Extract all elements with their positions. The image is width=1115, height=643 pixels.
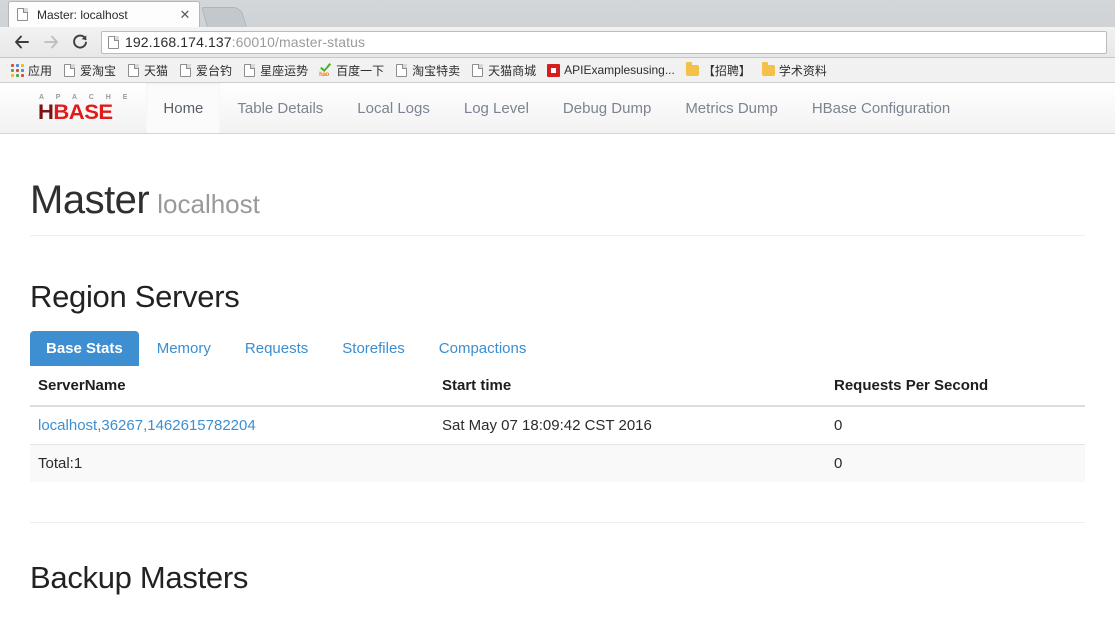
- bookmark-label: 星座运势: [260, 63, 309, 78]
- bookmark-label: 学术资料: [778, 63, 827, 78]
- tab-storefiles[interactable]: Storefiles: [326, 331, 421, 366]
- nav-item-log-level[interactable]: Log Level: [447, 83, 546, 133]
- tab-strip: Master: localhost ✕: [0, 0, 1115, 27]
- table-body: localhost,36267,1462615782204 Sat May 07…: [30, 405, 1085, 483]
- page-icon: [243, 63, 256, 77]
- browser-tab[interactable]: Master: localhost ✕: [8, 1, 200, 27]
- region-servers-tablist: Base Stats Memory Requests Storefiles Co…: [30, 331, 1085, 367]
- reload-icon[interactable]: [66, 29, 93, 56]
- folder-icon: [685, 61, 699, 77]
- bookmark-item[interactable]: APIExamplesusing...: [543, 61, 681, 79]
- bookmark-label: 百度一下: [336, 63, 385, 78]
- hbase-nav-items: Home Table Details Local Logs Log Level …: [146, 83, 967, 133]
- back-arrow-icon[interactable]: [8, 29, 35, 56]
- page-icon: [127, 63, 140, 77]
- bookmark-item[interactable]: 爱淘宝: [59, 60, 122, 81]
- bookmark-item[interactable]: 淘宝特卖: [391, 60, 466, 81]
- region-server-link[interactable]: localhost,36267,1462615782204: [38, 417, 256, 434]
- nav-item-table-details[interactable]: Table Details: [220, 83, 340, 133]
- bookmark-item[interactable]: hao 百度一下: [315, 60, 390, 81]
- page-container: Master localhost Region Servers Base Stat…: [0, 134, 1115, 596]
- apache-wordmark: A P A C H E: [39, 93, 133, 101]
- close-icon[interactable]: ✕: [177, 7, 193, 23]
- hao123-icon: hao: [319, 63, 332, 78]
- nav-item-metrics-dump[interactable]: Metrics Dump: [668, 83, 795, 133]
- page-icon: [63, 63, 76, 77]
- section-divider: [30, 522, 1085, 524]
- hbase-wordmark-rest: BASE: [53, 100, 113, 124]
- folder-icon: [761, 61, 775, 77]
- table-total-row: Total:1 0: [30, 444, 1085, 483]
- bookmarks-bar: 应用 爱淘宝 天猫 爱台钓 星座运势 hao 百度一下 淘宝特卖 天猫商城 AP…: [0, 58, 1115, 83]
- bookmark-label: 天猫: [144, 63, 169, 78]
- page-title-subtitle: localhost: [157, 189, 260, 219]
- nav-item-hbase-configuration[interactable]: HBase Configuration: [795, 83, 967, 133]
- address-bar-host: 192.168.174.137: [125, 34, 232, 50]
- page-title-text: Master: [30, 178, 150, 222]
- bookmark-label: 爱台钓: [196, 63, 233, 78]
- address-bar[interactable]: 192.168.174.137:60010/master-status: [101, 30, 1107, 54]
- hbase-wordmark: HBASE: [38, 102, 137, 123]
- page-icon: [108, 35, 119, 49]
- cell-total-label: Total:1: [30, 444, 434, 483]
- page-icon: [179, 63, 192, 77]
- hbase-navbar: A P A C H E HBASE Home Table Details Loc…: [0, 83, 1115, 134]
- cell-server-name: localhost,36267,1462615782204: [30, 405, 434, 445]
- cell-total-start-time: [434, 444, 826, 483]
- column-header-servername[interactable]: ServerName: [30, 366, 434, 408]
- nav-item-home[interactable]: Home: [146, 83, 221, 133]
- browser-chrome: Master: localhost ✕ 192.168.174.137:6001…: [0, 0, 1115, 83]
- apps-grid-icon: [11, 63, 24, 77]
- bookmark-label: 爱淘宝: [80, 63, 117, 78]
- forward-arrow-icon[interactable]: [37, 29, 64, 56]
- tab-memory[interactable]: Memory: [141, 331, 227, 366]
- nav-item-debug-dump[interactable]: Debug Dump: [546, 83, 668, 133]
- bookmark-folder[interactable]: 【招聘】: [682, 60, 757, 81]
- page-icon: [471, 63, 484, 77]
- bookmark-apps[interactable]: 应用: [7, 60, 58, 81]
- bookmark-folder[interactable]: 学术资料: [758, 60, 833, 81]
- browser-toolbar: 192.168.174.137:60010/master-status: [0, 27, 1115, 58]
- page-title: Master localhost: [30, 178, 1085, 222]
- hbase-wordmark-h: H: [38, 100, 54, 124]
- bookmark-item[interactable]: 天猫: [123, 60, 174, 81]
- bookmark-label: 【招聘】: [702, 63, 751, 78]
- page-header: Master localhost: [30, 134, 1085, 236]
- page-icon: [17, 7, 31, 22]
- column-header-start-time[interactable]: Start time: [434, 366, 826, 408]
- backup-masters-heading: Backup Masters: [30, 560, 249, 596]
- table-header-row: ServerName Start time Requests Per Secon…: [30, 366, 1085, 408]
- hbase-logo[interactable]: A P A C H E HBASE: [30, 83, 146, 133]
- address-bar-url: 192.168.174.137:60010/master-status: [125, 34, 365, 50]
- new-tab-icon[interactable]: [201, 7, 247, 27]
- bookmark-label: 天猫商城: [488, 63, 537, 78]
- tab-strip-empty-area: [244, 0, 1115, 27]
- address-bar-path: :60010/master-status: [231, 34, 366, 50]
- cell-requests-per-second: 0: [826, 405, 1085, 445]
- table-head: ServerName Start time Requests Per Secon…: [30, 366, 1085, 408]
- region-servers-heading: Region Servers: [30, 279, 240, 314]
- bookmark-label: 应用: [28, 63, 53, 78]
- column-header-requests-per-second[interactable]: Requests Per Second: [826, 366, 1085, 408]
- tab-base-stats[interactable]: Base Stats: [30, 331, 139, 367]
- tab-requests[interactable]: Requests: [229, 331, 324, 366]
- tab-title: Master: localhost: [37, 7, 128, 22]
- bookmark-label: 淘宝特卖: [412, 63, 461, 78]
- cell-total-requests-per-second: 0: [826, 444, 1085, 483]
- bookmark-item[interactable]: 天猫商城: [467, 60, 542, 81]
- cell-start-time: Sat May 07 18:09:42 CST 2016: [434, 405, 826, 445]
- table-row: localhost,36267,1462615782204 Sat May 07…: [30, 405, 1085, 445]
- bookmark-item[interactable]: 爱台钓: [175, 60, 238, 81]
- page-viewport: A P A C H E HBASE Home Table Details Loc…: [0, 83, 1115, 642]
- pdf-icon: [547, 63, 561, 77]
- bookmark-label: APIExamplesusing...: [564, 63, 675, 77]
- bookmark-item[interactable]: 星座运势: [239, 60, 314, 81]
- page-icon: [395, 63, 408, 77]
- region-servers-table: ServerName Start time Requests Per Secon…: [30, 366, 1085, 483]
- nav-item-local-logs[interactable]: Local Logs: [340, 83, 447, 133]
- tab-compactions[interactable]: Compactions: [423, 331, 543, 366]
